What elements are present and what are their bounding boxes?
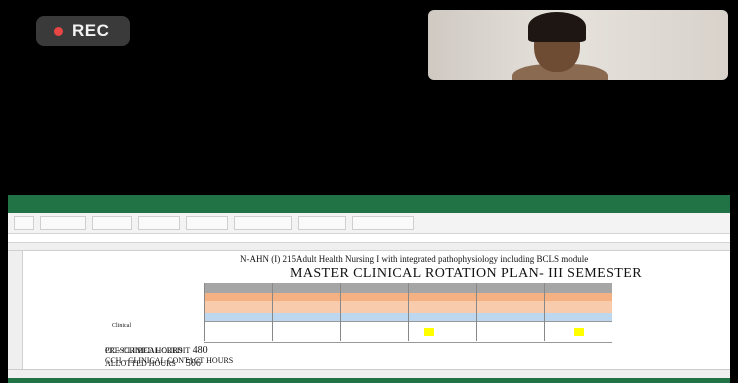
editing-controls[interactable]: [352, 216, 414, 230]
record-dot-icon: [54, 26, 63, 36]
webcam-video: [428, 10, 728, 80]
sheet-tabs: [8, 369, 730, 378]
ribbon-tabs: [8, 205, 730, 213]
excel-window: N-AHN (I) 215Adult Health Nursing I with…: [8, 195, 730, 383]
font-controls[interactable]: [40, 216, 86, 230]
cells-controls[interactable]: [298, 216, 346, 230]
participant-hair: [528, 12, 586, 42]
formula-bar: [8, 234, 730, 243]
allotted-hours-row: ALLOTTED HOURS 506: [105, 358, 201, 369]
excel-titlebar: [8, 195, 730, 205]
grid-line: [272, 283, 273, 341]
allotted-hours-value: 506: [185, 358, 201, 369]
wrap-merge-controls[interactable]: [138, 216, 180, 230]
number-format-controls[interactable]: [186, 216, 228, 230]
status-bar: [8, 378, 730, 383]
allotted-hours-label: ALLOTTED HOURS: [105, 359, 176, 368]
alignment-controls[interactable]: [92, 216, 132, 230]
sheet-title-plan: MASTER CLINICAL ROTATION PLAN- III SEMES…: [290, 266, 642, 281]
rotation-table: Clinical: [112, 283, 612, 343]
highlight-cell: [424, 328, 434, 336]
clinical-row-label: Clinical: [112, 323, 131, 329]
styles-controls[interactable]: [234, 216, 292, 230]
column-headers: [8, 243, 730, 251]
paste-button[interactable]: [14, 216, 34, 230]
grid-line: [204, 283, 205, 341]
grid-line: [476, 283, 477, 341]
recording-indicator[interactable]: REC: [36, 16, 130, 46]
grid-line: [340, 283, 341, 341]
ribbon: [8, 213, 730, 234]
prescribed-hours-row: PRESCRIBED HOURS 480: [105, 345, 208, 356]
row-numbers: [8, 251, 23, 371]
prescribed-hours-label: PRESCRIBED HOURS: [105, 346, 183, 355]
grid-line: [408, 283, 409, 341]
prescribed-hours-value: 480: [192, 345, 208, 356]
highlight-cell: [574, 328, 584, 336]
sheet-title-course: N-AHN (I) 215Adult Health Nursing I with…: [240, 254, 589, 264]
recording-label: REC: [72, 21, 110, 40]
grid-line: [544, 283, 545, 341]
